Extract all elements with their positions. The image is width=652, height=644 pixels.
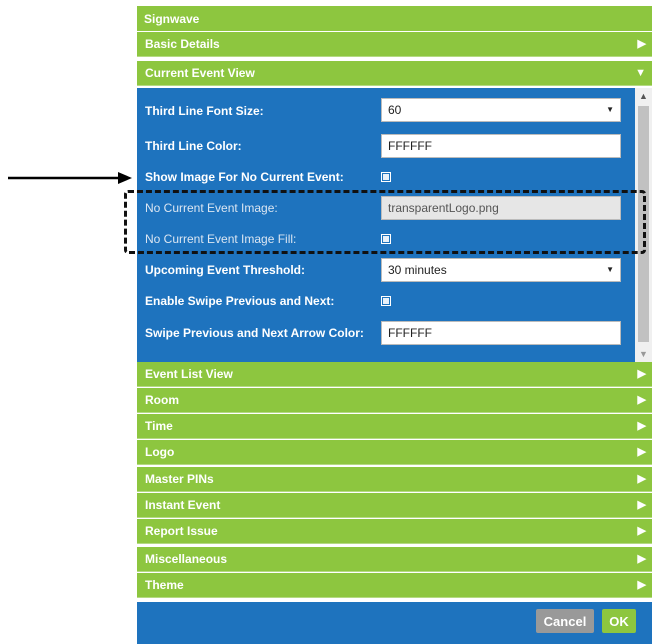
expand-arrow-icon: ▶ (637, 420, 646, 432)
section-label: Room (145, 393, 179, 407)
upcoming-threshold-label: Upcoming Event Threshold: (145, 263, 306, 277)
enable-swipe-label: Enable Swipe Previous and Next: (145, 294, 335, 308)
section-label: Miscellaneous (145, 552, 228, 566)
expand-arrow-icon: ▶ (637, 579, 646, 591)
highlight-dashed-box (124, 190, 646, 254)
app-title: Signwave (137, 6, 652, 32)
section-label: Basic Details (145, 37, 220, 51)
swipe-arrow-color-label: Swipe Previous and Next Arrow Color: (145, 326, 364, 340)
section-label: Instant Event (145, 498, 221, 512)
section-logo[interactable]: Logo ▶ (137, 440, 652, 465)
expand-arrow-icon: ▶ (637, 553, 646, 565)
section-label: Master PINs (145, 472, 214, 486)
section-label: Theme (145, 578, 184, 592)
section-event-list-view[interactable]: Event List View ▶ (137, 362, 652, 387)
dialog-footer: Cancel OK (137, 602, 652, 644)
annotation-arrow (8, 172, 132, 184)
show-image-no-event-label: Show Image For No Current Event: (145, 170, 344, 184)
expand-arrow-icon: ▶ (637, 446, 646, 458)
third-line-font-size-select[interactable]: 60 ▼ (381, 98, 621, 122)
section-label: Event List View (145, 367, 233, 381)
select-value: 60 (388, 103, 402, 117)
section-master-pins[interactable]: Master PINs ▶ (137, 467, 652, 492)
cancel-button[interactable]: Cancel (536, 609, 594, 633)
scroll-up-icon[interactable]: ▲ (635, 90, 652, 102)
third-line-color-input[interactable]: FFFFFF (381, 134, 621, 158)
show-image-no-event-checkbox[interactable] (381, 172, 391, 182)
section-label: Current Event View (145, 66, 255, 80)
expand-arrow-icon: ▶ (637, 525, 646, 537)
section-report-issue[interactable]: Report Issue ▶ (137, 519, 652, 544)
section-miscellaneous[interactable]: Miscellaneous ▶ (137, 547, 652, 572)
scroll-down-icon[interactable]: ▼ (635, 348, 652, 360)
section-room[interactable]: Room ▶ (137, 388, 652, 413)
settings-panel: Signwave Basic Details ▶ Current Event V… (137, 6, 652, 644)
enable-swipe-checkbox[interactable] (381, 296, 391, 306)
expand-arrow-icon: ▶ (637, 499, 646, 511)
dropdown-arrow-icon: ▼ (606, 265, 614, 274)
expand-arrow-icon: ▶ (637, 368, 646, 380)
third-line-font-size-label: Third Line Font Size: (145, 104, 264, 118)
section-basic-details[interactable]: Basic Details ▶ (137, 32, 652, 57)
expand-arrow-icon: ▶ (637, 394, 646, 406)
section-label: Report Issue (145, 524, 218, 538)
swipe-arrow-color-input[interactable]: FFFFFF (381, 321, 621, 345)
upcoming-threshold-select[interactable]: 30 minutes ▼ (381, 258, 621, 282)
collapse-arrow-icon: ▼ (635, 67, 646, 79)
section-instant-event[interactable]: Instant Event ▶ (137, 493, 652, 518)
third-line-color-label: Third Line Color: (145, 139, 242, 153)
ok-button[interactable]: OK (602, 609, 636, 633)
dropdown-arrow-icon: ▼ (606, 105, 614, 114)
expand-arrow-icon: ▶ (637, 473, 646, 485)
expand-arrow-icon: ▶ (637, 38, 646, 50)
select-value: 30 minutes (388, 263, 447, 277)
section-time[interactable]: Time ▶ (137, 414, 652, 439)
section-label: Logo (145, 445, 175, 459)
section-current-event-view[interactable]: Current Event View ▼ (137, 61, 652, 86)
section-theme[interactable]: Theme ▶ (137, 573, 652, 598)
section-label: Time (145, 419, 173, 433)
